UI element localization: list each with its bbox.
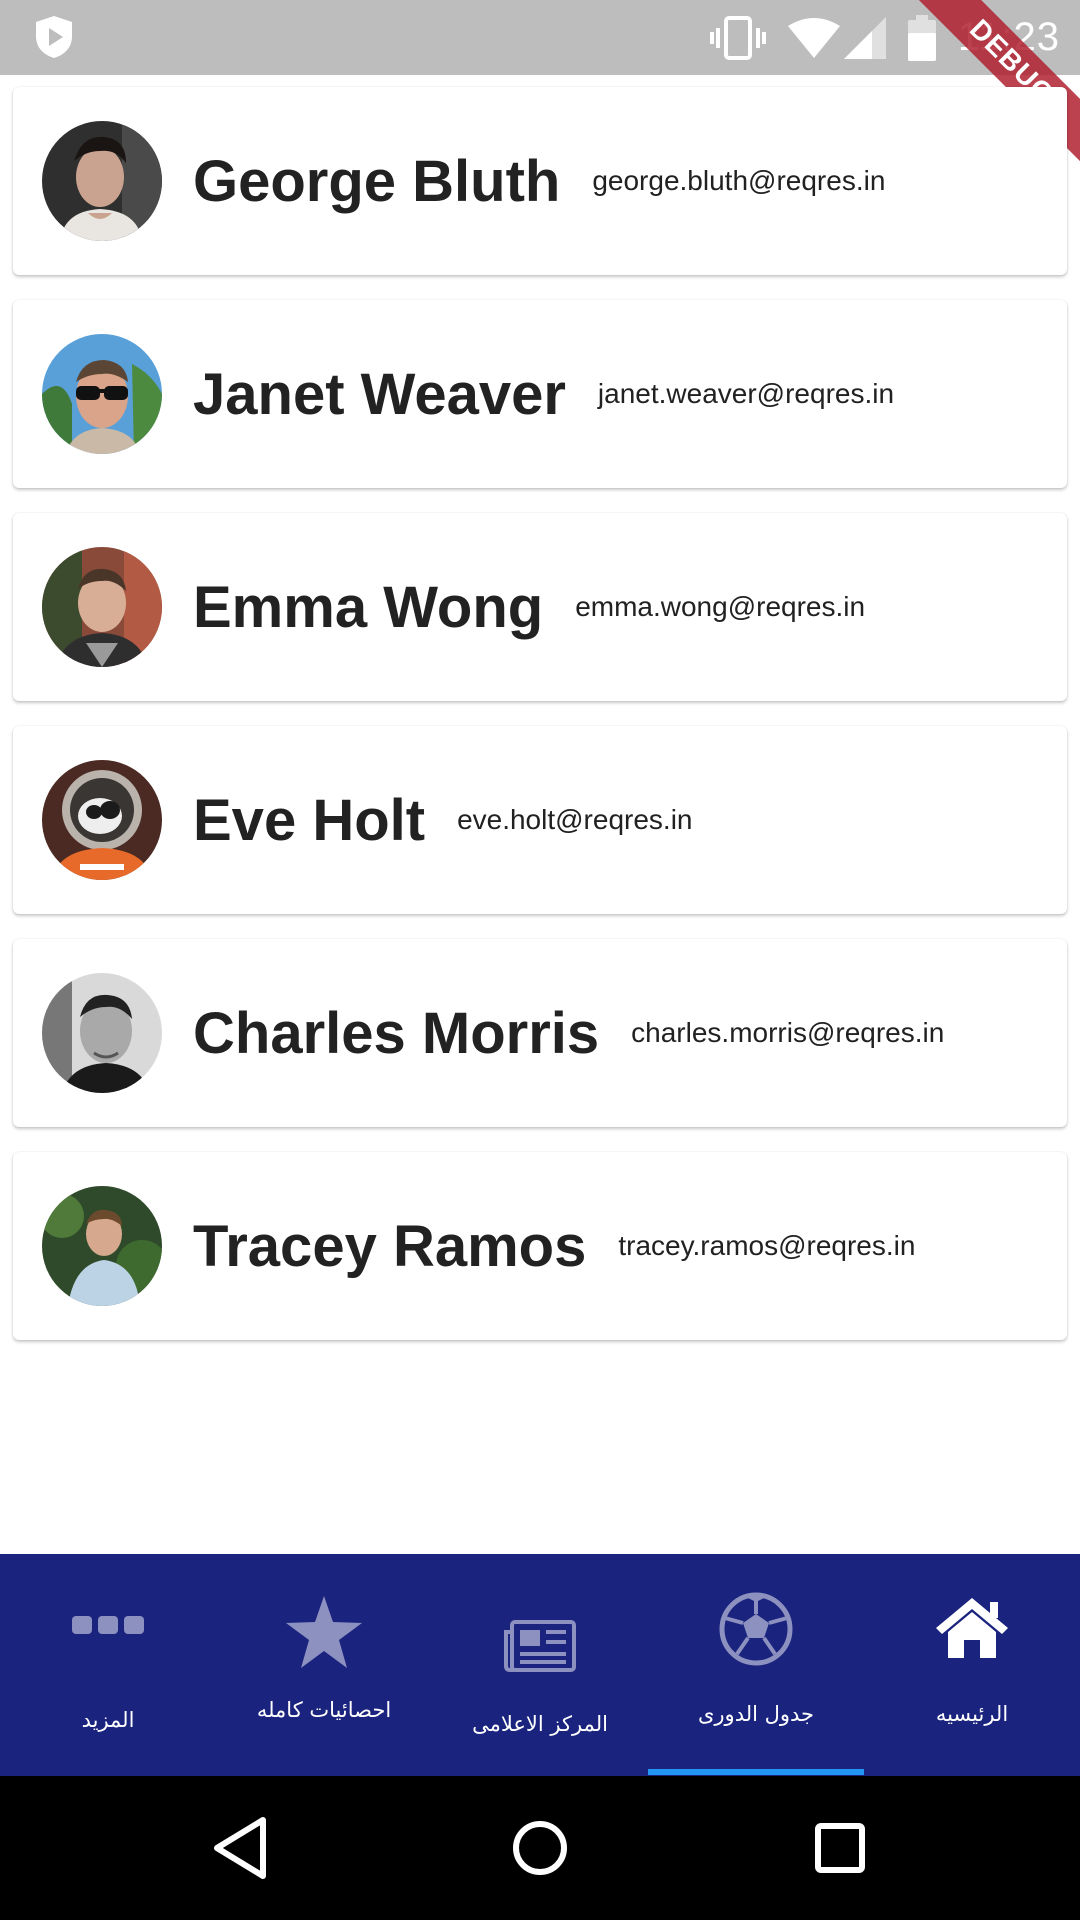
nav-item-more[interactable]: المزيد [0,1554,216,1776]
nav-selected-indicator [648,1769,864,1775]
user-name: Janet Weaver [193,361,566,427]
user-email: emma.wong@reqres.in [575,591,866,622]
user-name: Tracey Ramos [193,1213,587,1279]
avatar-image [42,547,162,667]
nav-item-full-stats[interactable]: احصائيات كامله [216,1554,432,1776]
back-icon[interactable] [205,1812,277,1884]
user-email: eve.holt@reqres.in [457,804,693,835]
avatar-image [42,973,162,1093]
nav-item-media-center[interactable]: المركز الاعلامى [432,1554,648,1776]
user-avatar [42,334,162,454]
user-avatar [42,760,162,880]
user-card[interactable]: Charles Morris charles.morris@reqres.in [13,939,1067,1127]
home-circle-icon[interactable] [504,1812,576,1884]
signal-icon [843,16,886,59]
avatar-image [42,1186,162,1306]
recents-icon[interactable] [804,1812,876,1884]
system-navigation-bar [0,1776,1080,1920]
avatar-image [42,760,162,880]
user-card[interactable]: Janet Weaver janet.weaver@reqres.in [13,300,1067,488]
user-email: george.bluth@reqres.in [592,165,886,196]
user-card[interactable]: George Bluth george.bluth@reqres.in [13,87,1067,275]
nav-label: احصائيات كامله [256,1698,392,1722]
user-email: janet.weaver@reqres.in [597,378,895,409]
wifi-icon [787,17,840,58]
nav-label: جدول الدورى [697,1702,815,1726]
user-email: charles.morris@reqres.in [631,1017,945,1048]
status-clock: 11:23 [957,15,1060,59]
soccer-ball-icon [719,1592,793,1666]
status-icons: 11:23 [709,0,1060,75]
user-name: Emma Wong [193,574,544,640]
user-avatar [42,121,162,241]
user-avatar [42,547,162,667]
more-dots-icon [72,1616,144,1634]
user-email: tracey.ramos@reqres.in [618,1230,916,1261]
newspaper-icon [504,1620,576,1672]
nav-item-league-table[interactable]: جدول الدورى [648,1554,864,1776]
nav-item-home[interactable]: الرئيسيه [864,1554,1080,1776]
nav-label: الرئيسيه [935,1702,1009,1726]
nav-label: المزيد [81,1708,135,1732]
user-name: Charles Morris [193,1000,600,1066]
user-avatar [42,973,162,1093]
home-icon [936,1598,1008,1658]
user-name: Eve Holt [193,787,426,853]
user-card[interactable]: Tracey Ramos tracey.ramos@reqres.in [13,1152,1067,1340]
user-avatar [42,1186,162,1306]
bottom-navigation: المزيد احصائيات كامله المركز الاعلامى جد… [0,1554,1080,1776]
star-icon [286,1596,362,1668]
avatar-image [42,121,162,241]
user-card[interactable]: Eve Holt eve.holt@reqres.in [13,726,1067,914]
status-bar: 11:23 [0,0,1080,75]
app-screen: 11:23 DEBUG George Bluth george.bluth@re… [0,0,1080,1920]
nav-label: المركز الاعلامى [472,1712,608,1736]
user-card[interactable]: Emma Wong emma.wong@reqres.in [13,513,1067,701]
battery-icon [907,14,936,61]
avatar-image [42,334,162,454]
vibrate-icon [709,15,766,60]
shield-play-icon [36,16,72,58]
user-name: George Bluth [193,148,561,214]
